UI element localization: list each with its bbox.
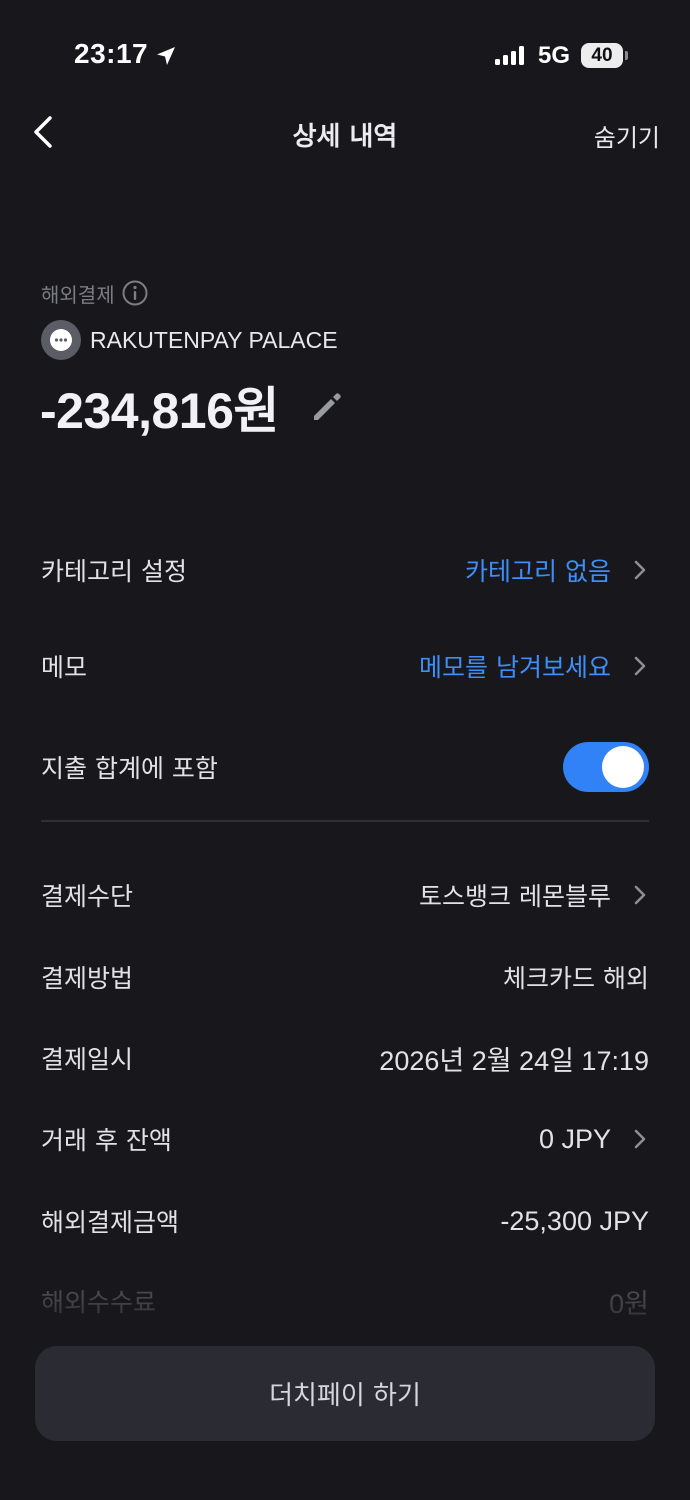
network-type: 5G xyxy=(538,42,571,69)
foreign-fee-row: 해외수수료 0원 xyxy=(41,1276,649,1326)
category-label: 카테고리 설정 xyxy=(41,557,187,586)
detail-value: 2026년 2월 24일 17:19 xyxy=(379,1045,649,1076)
divider xyxy=(41,820,649,822)
battery-icon: 40 xyxy=(581,43,623,68)
memo-input[interactable]: 메모를 남겨보세요 xyxy=(419,648,611,684)
status-time: 23:17 xyxy=(74,38,149,69)
transaction-type: 해외결제 xyxy=(41,278,149,308)
detail-value: 체크카드 해외 xyxy=(503,964,649,993)
location-arrow-icon xyxy=(157,47,175,65)
memo-row[interactable]: 메모 메모를 남겨보세요 xyxy=(41,641,649,691)
chevron-right-icon xyxy=(634,560,646,580)
battery-cap xyxy=(625,51,628,60)
amount: -234,816원 xyxy=(40,372,345,442)
hide-button[interactable]: 숨기기 xyxy=(594,118,660,153)
dutch-pay-button[interactable]: 더치페이 하기 xyxy=(35,1346,655,1441)
merchant: RAKUTENPAY PALACE xyxy=(41,320,338,360)
toggle-knob xyxy=(602,746,644,788)
category-row[interactable]: 카테고리 설정 카테고리 없음 xyxy=(41,545,649,595)
include-total-toggle[interactable] xyxy=(563,742,649,792)
detail-label: 거래 후 잔액 xyxy=(41,1126,172,1155)
more-dots-icon xyxy=(50,329,72,351)
detail-label: 결제일시 xyxy=(41,1045,134,1074)
signal-strength-icon xyxy=(495,46,524,65)
payment-type-row: 결제방법 체크카드 해외 xyxy=(41,952,649,1002)
include-total-row: 지출 합계에 포함 xyxy=(41,742,649,792)
detail-value: -25,300 JPY xyxy=(500,1205,649,1236)
memo-label: 메모 xyxy=(41,653,88,682)
balance-after-row[interactable]: 거래 후 잔액 0 JPY xyxy=(41,1114,649,1164)
detail-label: 결제방법 xyxy=(41,964,134,993)
chevron-right-icon xyxy=(634,656,646,676)
pencil-edit-icon[interactable] xyxy=(309,389,345,425)
payment-method-row[interactable]: 결제수단 토스뱅크 레몬블루 xyxy=(41,870,649,920)
detail-label: 결제수단 xyxy=(41,882,134,911)
detail-value: 토스뱅크 레몬블루 xyxy=(419,882,611,911)
detail-value: 0원 xyxy=(609,1288,649,1319)
page-title: 상세 내역 xyxy=(292,122,398,152)
foreign-amount-row: 해외결제금액 -25,300 JPY xyxy=(41,1196,649,1246)
detail-value: 0 JPY xyxy=(538,1123,611,1154)
merchant-avatar xyxy=(41,320,81,360)
merchant-name: RAKUTENPAY PALACE xyxy=(90,326,338,353)
nav-bar: 상세 내역 숨기기 xyxy=(0,100,690,170)
include-total-label: 지출 합계에 포함 xyxy=(41,754,218,783)
detail-label: 해외수수료 xyxy=(41,1288,157,1317)
category-value[interactable]: 카테고리 없음 xyxy=(465,552,611,588)
payment-datetime-row: 결제일시 2026년 2월 24일 17:19 xyxy=(41,1033,649,1083)
amount-value: -234,816원 xyxy=(40,383,279,439)
info-icon[interactable] xyxy=(121,279,149,307)
detail-label: 해외결제금액 xyxy=(41,1208,180,1237)
chevron-right-icon xyxy=(634,1129,646,1149)
chevron-right-icon xyxy=(634,885,646,905)
transaction-type-label: 해외결제 xyxy=(41,282,115,307)
status-bar: 23:17 5G 40 xyxy=(0,0,690,110)
